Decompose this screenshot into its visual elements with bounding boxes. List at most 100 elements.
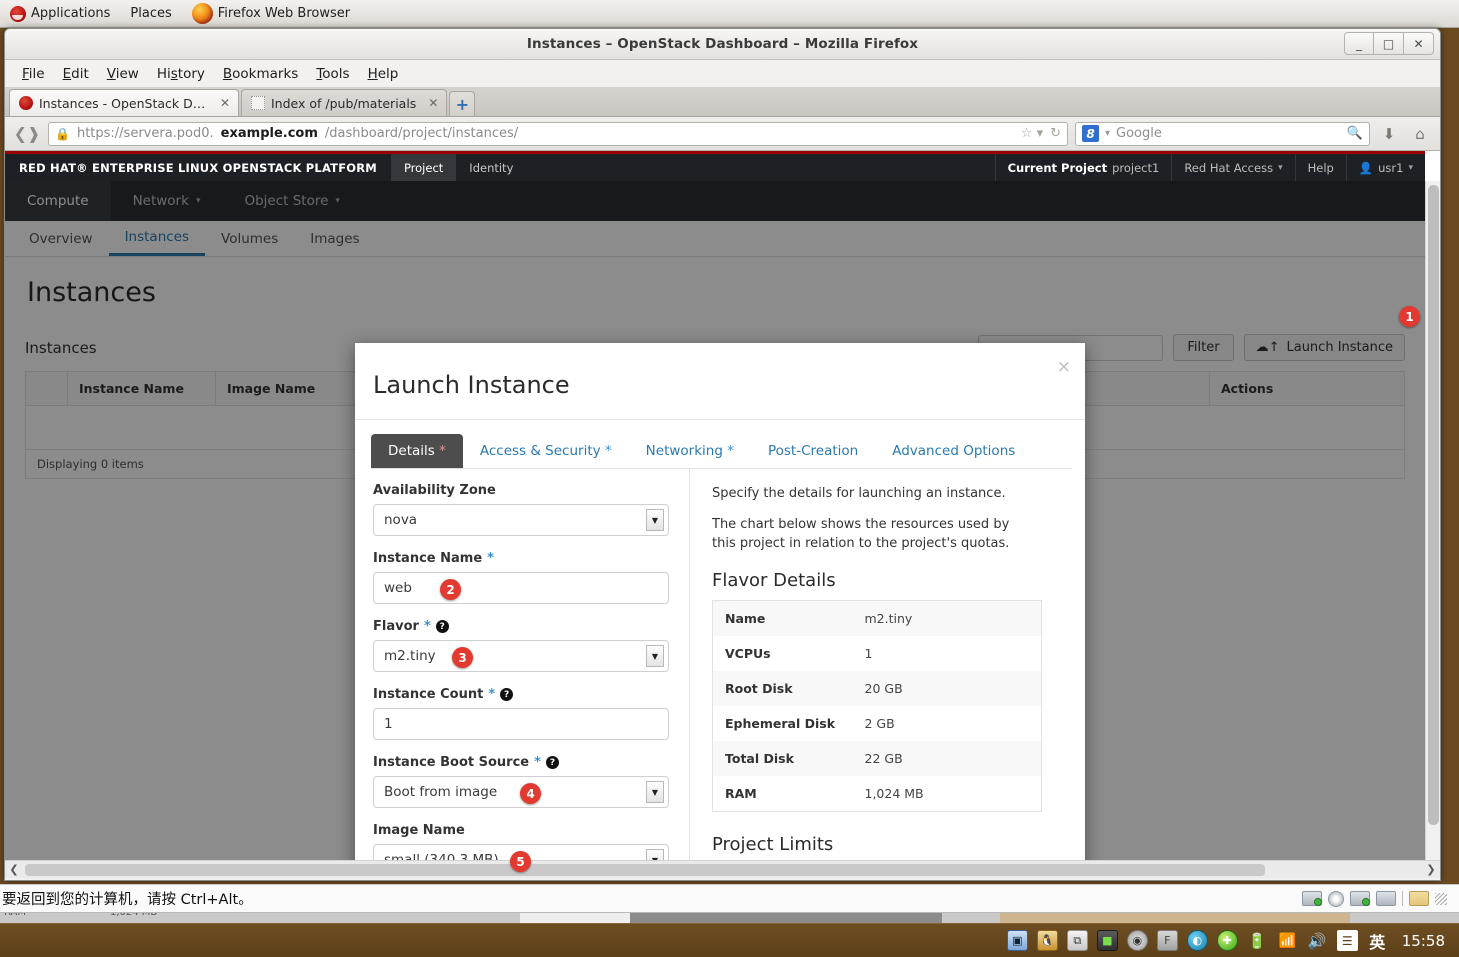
reload-icon[interactable]: ↻ (1050, 126, 1061, 141)
archive-icon[interactable]: ▣ (1006, 930, 1028, 951)
desktop-taskbar: ▣ 🐧 ⧉ ■ ◉ F ◐ ✚ 🔋 📶 🔊 ☰ 英 15:58 (0, 923, 1459, 957)
resize-grip-icon[interactable] (1435, 892, 1447, 905)
close-icon[interactable]: × (1057, 357, 1071, 377)
current-project-label: Current Project (1007, 160, 1108, 175)
modal-tab-networking[interactable]: Networking * (629, 434, 751, 468)
tab-close-icon[interactable]: ✕ (220, 96, 230, 110)
project-limits-heading: Project Limits (712, 833, 834, 855)
harddisk-icon[interactable] (1302, 891, 1322, 906)
field-instance-count: Instance Count * ? 1 (373, 687, 669, 740)
chevron-down-icon[interactable]: ▼ (646, 781, 664, 803)
scroll-right-icon[interactable]: ❯ (1422, 861, 1440, 879)
bookmark-star-icon[interactable]: ☆ ▾ (1021, 126, 1043, 141)
volume-icon[interactable]: 🔊 (1307, 930, 1328, 951)
firefox-icon (191, 3, 213, 24)
boot-source-label: Instance Boot Source * ? (373, 755, 669, 770)
chevron-down-icon[interactable]: ▾ (1105, 128, 1110, 139)
notifications-icon[interactable]: ☰ (1336, 930, 1358, 951)
help-icon[interactable]: ? (500, 688, 514, 701)
user-icon: 👤 (1358, 160, 1374, 175)
select-value: nova (384, 512, 418, 528)
top-nav-project[interactable]: Project (390, 154, 457, 181)
top-nav-identity[interactable]: Identity (456, 154, 526, 181)
battery-icon[interactable]: 🔋 (1247, 930, 1268, 951)
instance-count-field[interactable]: 1 (373, 708, 669, 740)
browser-tab-instances[interactable]: Instances - OpenStack Dash... ✕ (9, 89, 239, 116)
camera-icon[interactable] (1376, 891, 1396, 906)
minimize-button[interactable]: _ (1344, 32, 1374, 55)
modal-tab-advanced-options[interactable]: Advanced Options (875, 434, 1032, 468)
nvidia-icon[interactable]: ■ (1096, 930, 1118, 951)
home-icon[interactable]: ⌂ (1408, 122, 1432, 146)
menu-view[interactable]: View (98, 63, 148, 85)
back-forward-icon[interactable]: ❮❱ (13, 123, 41, 145)
field-flavor: Flavor * ? m2.tiny 3 ▼ (373, 619, 669, 672)
scrollbar-thumb[interactable] (1428, 185, 1439, 825)
taskbar-clock[interactable]: 15:58 (1394, 932, 1459, 950)
copy-icon[interactable]: ⧉ (1066, 930, 1088, 951)
field-instance-name: Instance Name * web 2 (373, 551, 669, 604)
scroll-left-icon[interactable]: ❮ (5, 861, 23, 879)
search-input[interactable]: Google (1116, 126, 1162, 141)
page-horizontal-scrollbar[interactable]: ❮ ❯ (5, 860, 1440, 878)
qq-penguin-icon[interactable]: 🐧 (1036, 930, 1058, 951)
field-boot-source: Instance Boot Source * ? Boot from image… (373, 755, 669, 808)
applications-menu[interactable]: Applications (0, 1, 120, 27)
menu-bookmarks[interactable]: Bookmarks (214, 63, 307, 85)
modal-tab-details[interactable]: Details * (371, 434, 463, 468)
flash-icon[interactable]: F (1156, 930, 1178, 951)
maximize-button[interactable]: □ (1374, 32, 1404, 55)
firefox-window-button[interactable]: Firefox Web Browser (182, 1, 360, 27)
browser-icon[interactable]: ◐ (1186, 930, 1208, 951)
page-vertical-scrollbar[interactable] (1425, 181, 1440, 878)
instance-name-field[interactable]: web 2 (373, 572, 669, 604)
menu-tools[interactable]: Tools (307, 63, 358, 85)
menu-edit[interactable]: Edit (54, 63, 98, 85)
media-icon[interactable]: ◉ (1126, 930, 1148, 951)
search-icon[interactable]: 🔍 (1347, 126, 1363, 141)
menu-history[interactable]: History (148, 63, 214, 85)
modal-title: Launch Instance (373, 371, 570, 399)
flavor-select[interactable]: m2.tiny 3 ▼ (373, 640, 669, 672)
shared-folder-icon[interactable] (1409, 891, 1429, 906)
red-hat-access-menu[interactable]: Red Hat Access ▾ (1171, 154, 1294, 181)
help-icon[interactable]: ? (435, 620, 449, 633)
dashboard-topbar: RED HAT® ENTERPRISE LINUX OPENSTACK PLAT… (5, 151, 1425, 181)
obscured-block (520, 913, 630, 923)
optical-disc-icon[interactable] (1328, 890, 1344, 907)
new-tab-button[interactable]: + (449, 91, 476, 116)
close-button[interactable]: ✕ (1404, 32, 1434, 55)
annotation-badge-2: 2 (440, 579, 461, 600)
redhat-logo-icon (10, 5, 26, 22)
wifi-icon[interactable]: 📶 (1277, 930, 1298, 951)
obscured-block (630, 913, 942, 923)
help-icon[interactable]: ? (545, 756, 559, 769)
required-marker: * (439, 443, 446, 459)
vm-status-message: 要返回到您的计算机，请按 Ctrl+Alt。 (2, 892, 253, 908)
menu-help[interactable]: Help (359, 63, 408, 85)
browser-tab-materials[interactable]: Index of /pub/materials ✕ (241, 89, 448, 116)
hscrollbar-thumb[interactable] (25, 864, 1265, 876)
label-text: Instance Boot Source (373, 755, 530, 770)
downloads-icon[interactable]: ⬇ (1377, 122, 1401, 146)
input-method-cn-icon[interactable]: 英 (1367, 930, 1388, 952)
browser-tab-label: Instances - OpenStack Dash... (39, 95, 208, 111)
modal-tab-post-creation[interactable]: Post-Creation (751, 434, 875, 468)
network-icon[interactable] (1350, 891, 1370, 906)
updates-icon[interactable]: ✚ (1216, 930, 1238, 951)
modal-tab-access-security[interactable]: Access & Security * (463, 434, 629, 468)
chevron-down-icon[interactable]: ▼ (646, 509, 664, 531)
boot-source-select[interactable]: Boot from image 4 ▼ (373, 776, 669, 808)
url-bar[interactable]: 🔒 https://servera.pod0. example.com/dashb… (48, 121, 1068, 146)
search-bar[interactable]: 8 ▾ Google 🔍 (1075, 121, 1370, 146)
user-menu[interactable]: 👤 usr1 ▾ (1345, 154, 1425, 181)
tab-close-icon[interactable]: ✕ (428, 96, 438, 110)
menu-file[interactable]: FFileile (13, 63, 54, 85)
availability-zone-select[interactable]: nova ▼ (373, 504, 669, 536)
top-right-nav: Current Project project1 Red Hat Access … (994, 154, 1425, 181)
places-menu[interactable]: Places (120, 1, 181, 27)
chevron-down-icon[interactable]: ▼ (646, 645, 664, 667)
help-link[interactable]: Help (1294, 154, 1346, 181)
required-marker: * (534, 755, 541, 770)
label-text: Availability Zone (373, 483, 496, 498)
